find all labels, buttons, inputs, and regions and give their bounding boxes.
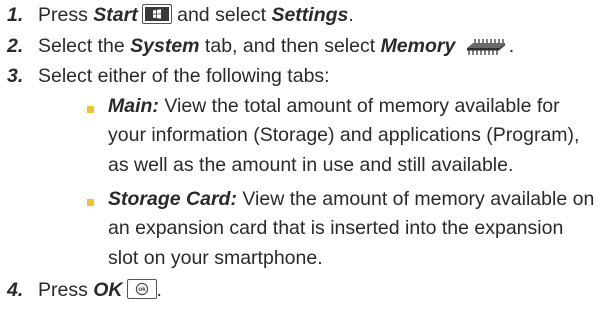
ok-label: OK	[93, 279, 123, 301]
start-label: Start	[93, 4, 138, 26]
step-text: Select the System tab, and then select M…	[38, 35, 515, 57]
step-number: 2.	[7, 35, 24, 57]
memory-label: Memory	[380, 35, 456, 57]
windows-start-key-icon	[141, 3, 172, 24]
step-text: Select either of the following tabs:	[38, 65, 330, 87]
step-number: 4.	[7, 279, 24, 301]
list-item-line: Main: View the total amount of memory av…	[108, 95, 560, 117]
step-number: 3.	[7, 65, 24, 87]
list-item-line: as well as the amount in use and still a…	[108, 154, 514, 176]
step-number: 1.	[7, 4, 24, 26]
tab-main-label: Main:	[108, 95, 159, 117]
tab-storage-card-label: Storage Card:	[108, 188, 237, 210]
system-label: System	[130, 35, 200, 57]
list-item-line: an expansion card that is inserted into …	[108, 217, 564, 239]
bullet-marker	[87, 199, 94, 206]
list-item-line: slot on your smartphone.	[108, 247, 323, 269]
bullet-marker	[87, 106, 94, 113]
settings-label: Settings	[271, 4, 349, 26]
memory-chip-icon	[463, 36, 509, 55]
svg-text:ok: ok	[138, 286, 146, 293]
list-item-line: your information (Storage) and applicati…	[108, 124, 580, 146]
list-item-line: Storage Card: View the amount of memory …	[108, 188, 595, 210]
ok-key-icon: ok	[126, 278, 157, 299]
step-text: Press OK ok.	[38, 278, 162, 301]
step-text: Press Start and select Settings.	[38, 3, 354, 26]
instructions-page: 1. Press Start and select Settings. 2. S…	[0, 0, 603, 310]
